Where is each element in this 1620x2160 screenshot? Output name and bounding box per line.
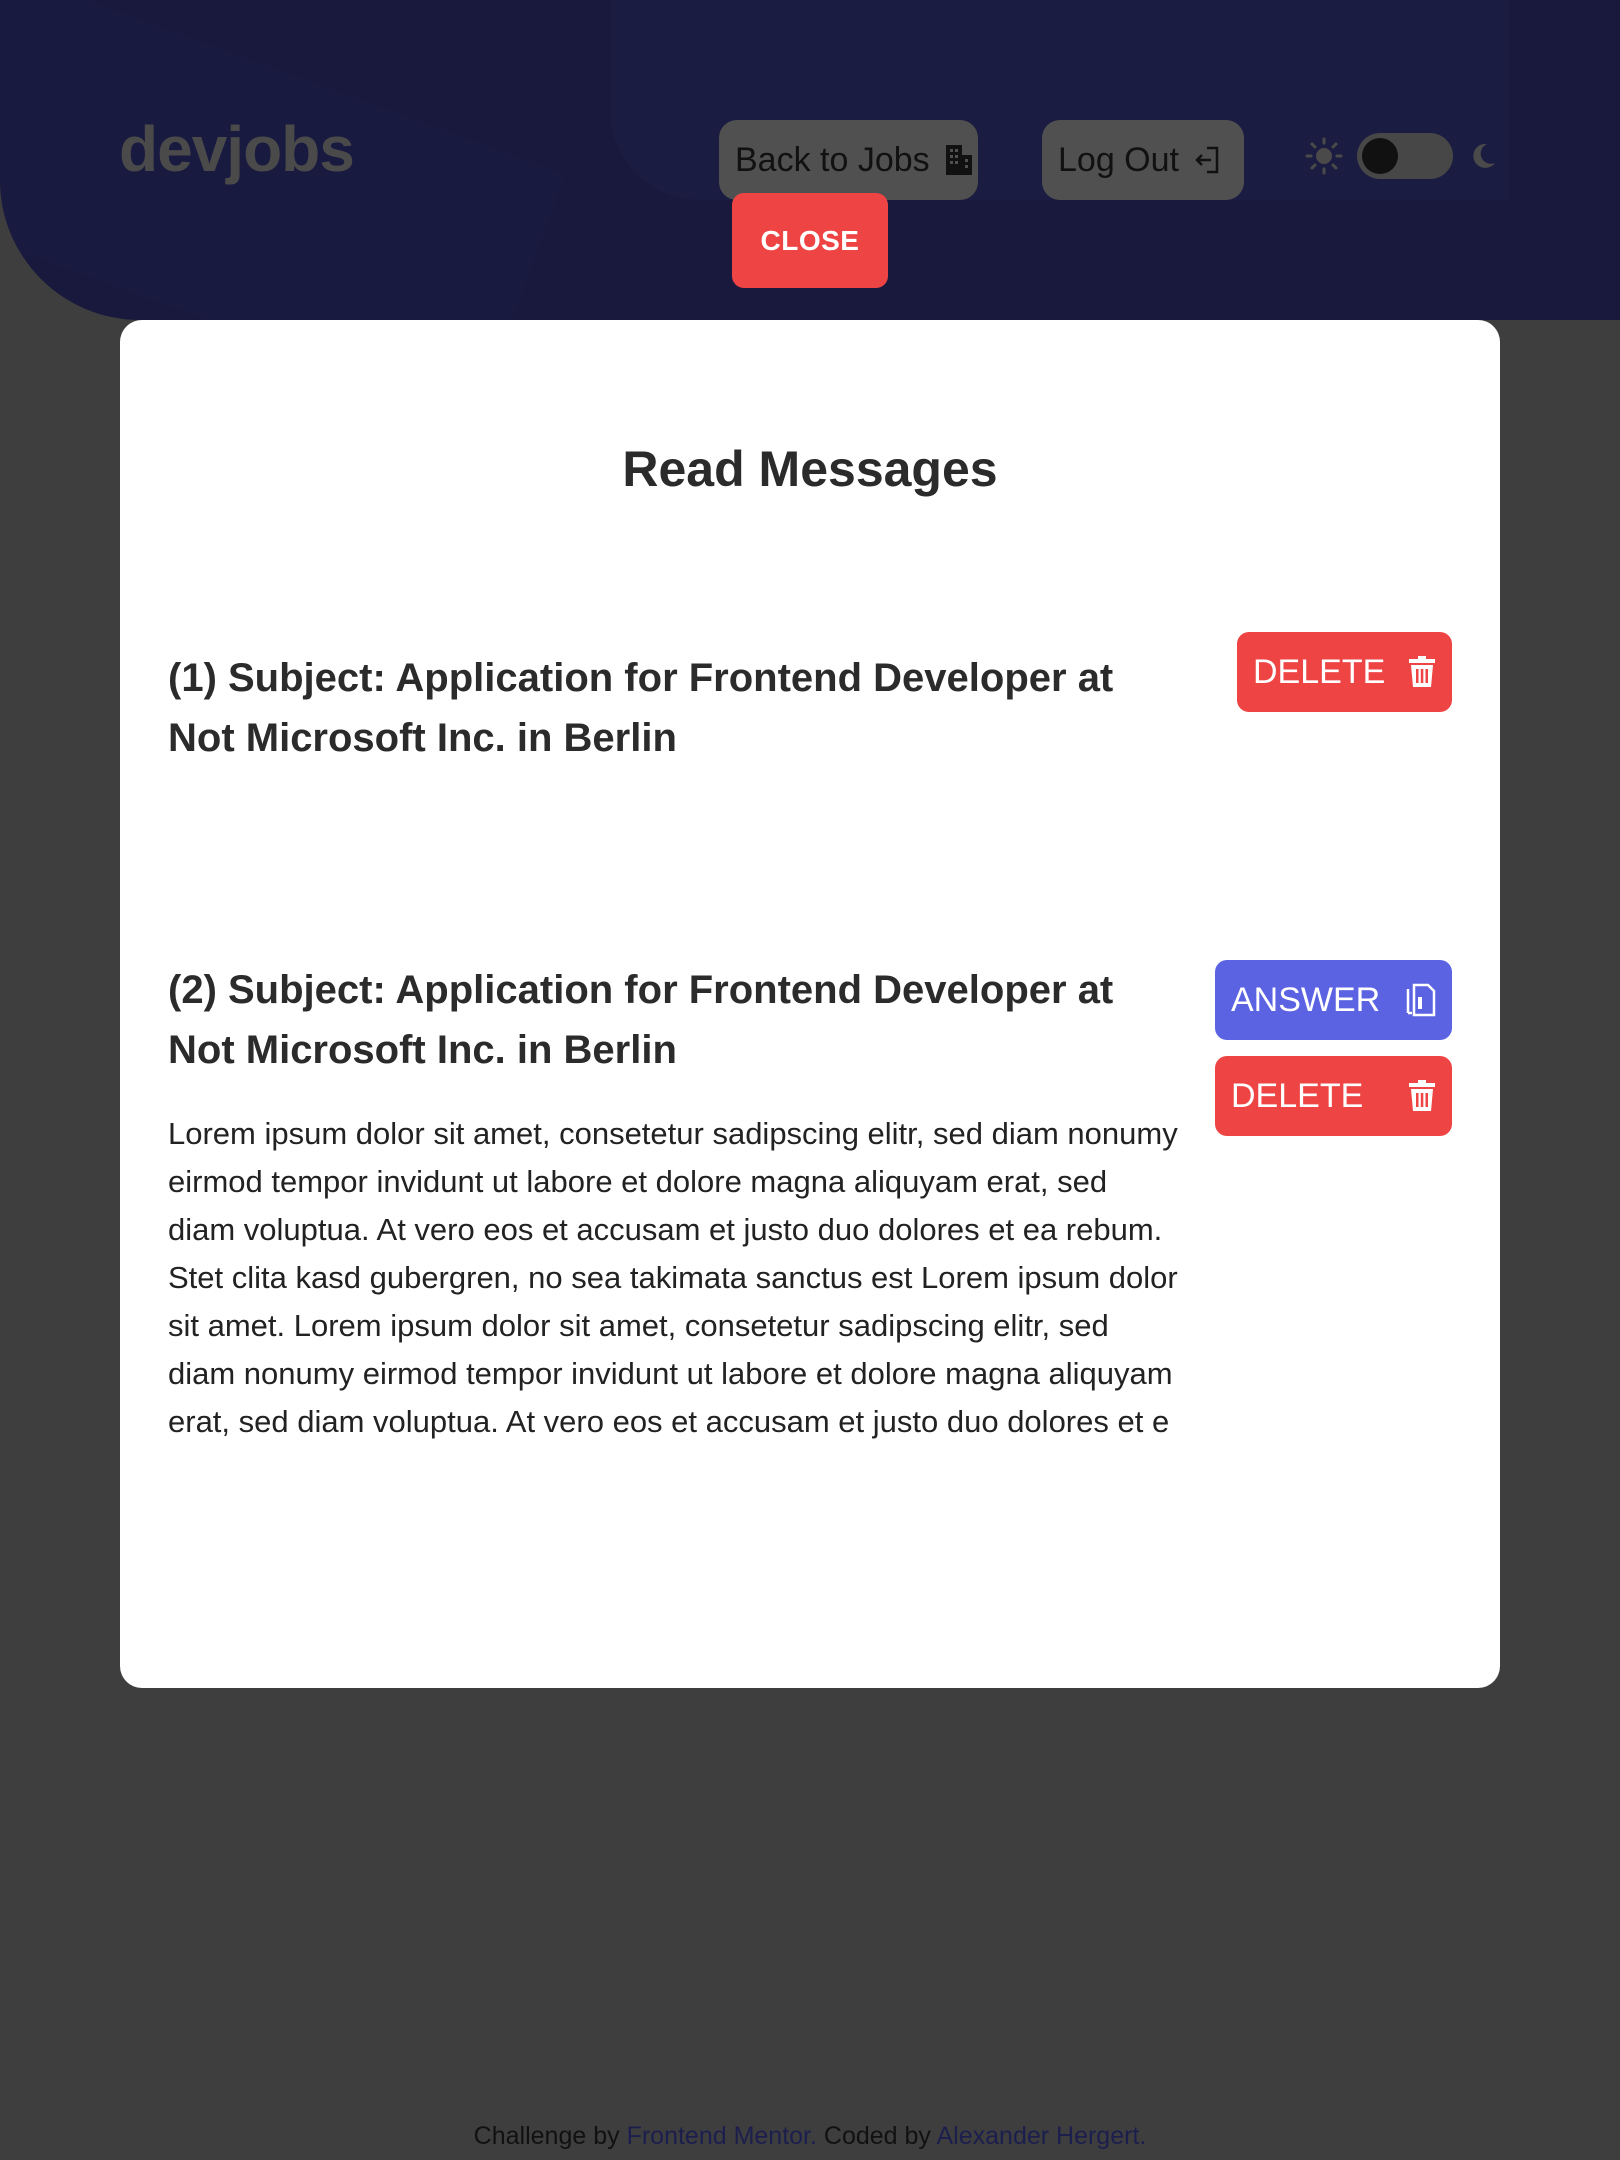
footer-middle: Coded by — [823, 2122, 937, 2150]
back-to-jobs-button[interactable]: Back to Jobs — [719, 120, 978, 200]
log-out-label: Log Out — [1058, 140, 1179, 179]
message-subject[interactable]: (1) Subject: Application for Frontend De… — [168, 648, 1178, 768]
logout-icon — [1195, 146, 1219, 174]
message-subject[interactable]: (2) Subject: Application for Frontend De… — [168, 960, 1168, 1080]
message-body: Lorem ipsum dolor sit amet, consetetur s… — [168, 1116, 1178, 1439]
toggle-knob — [1362, 138, 1398, 174]
read-messages-modal: Read Messages (1) Subject: Application f… — [120, 320, 1500, 1688]
author-link[interactable]: Alexander Hergert. — [937, 2122, 1147, 2150]
theme-toggle[interactable] — [1357, 133, 1453, 179]
footer: Challenge by Frontend Mentor. Coded by A… — [0, 2122, 1620, 2151]
trash-icon — [1409, 1080, 1435, 1111]
modal-title: Read Messages — [622, 441, 998, 497]
frontend-mentor-link[interactable]: Frontend Mentor. — [627, 2122, 817, 2150]
delete-button[interactable]: DELETE — [1215, 1056, 1452, 1136]
document-icon — [1406, 983, 1436, 1017]
building-icon — [945, 145, 972, 175]
footer-prefix: Challenge by — [473, 2122, 627, 2150]
sun-icon — [1305, 137, 1343, 175]
theme-switcher — [1305, 133, 1497, 179]
delete-label: DELETE — [1231, 1076, 1364, 1115]
log-out-button[interactable]: Log Out — [1042, 120, 1244, 200]
moon-icon — [1473, 143, 1495, 168]
delete-label: DELETE — [1253, 652, 1386, 691]
answer-label: ANSWER — [1231, 980, 1381, 1019]
delete-button[interactable]: DELETE — [1237, 632, 1452, 712]
trash-icon — [1409, 656, 1435, 687]
close-button[interactable]: CLOSE — [732, 193, 888, 288]
answer-button[interactable]: ANSWER — [1215, 960, 1452, 1040]
logo[interactable]: devjobs — [119, 112, 355, 186]
back-to-jobs-label: Back to Jobs — [735, 140, 930, 179]
